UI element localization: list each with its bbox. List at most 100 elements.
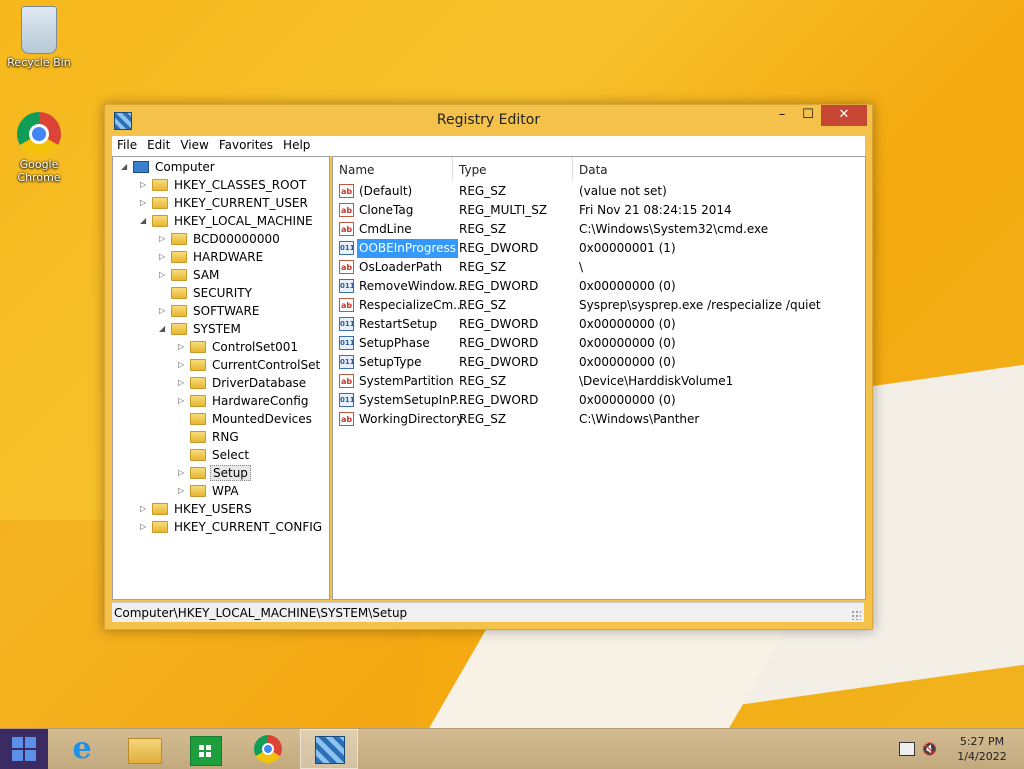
folder-icon [190, 431, 206, 443]
binary-value-icon: 011 [339, 355, 355, 369]
value-row[interactable]: 011 OOBEInProgress REG_DWORD 0x00000001 (1) [333, 239, 865, 258]
menu-help[interactable]: Help [278, 136, 315, 152]
collapse-arrow-icon[interactable]: ◢ [140, 212, 150, 230]
value-row[interactable]: ab RespecializeCm... REG_SZ Sysprep\sysprep… [333, 296, 865, 315]
maximize-button[interactable]: ☐ [795, 105, 821, 126]
tree-item-currentcontrolset[interactable]: ▷ CurrentControlSet [178, 356, 322, 374]
resize-grip-icon[interactable] [851, 610, 861, 620]
value-name: OOBEInProgress [357, 239, 459, 258]
desktop-icon-google-chrome[interactable]: Google Chrome [4, 112, 74, 184]
tree-item-software[interactable]: ▷ SOFTWARE [159, 302, 261, 320]
tree-item-select[interactable]: Select [178, 446, 251, 464]
taskbar-chrome[interactable] [238, 729, 298, 769]
expand-arrow-icon[interactable]: ▷ [140, 518, 150, 536]
binary-value-icon: 011 [339, 336, 355, 350]
value-type: REG_SZ [459, 298, 507, 312]
expand-arrow-icon[interactable]: ▷ [159, 248, 169, 266]
minimize-button[interactable]: – [769, 105, 795, 126]
menu-edit[interactable]: Edit [142, 136, 175, 152]
close-button[interactable]: ✕ [821, 105, 867, 126]
value-data: Sysprep\sysprep.exe /respecialize /quiet [579, 298, 821, 312]
value-row[interactable]: ab WorkingDirectory REG_SZ C:\Windows\Panth… [333, 410, 865, 429]
value-row[interactable]: 011 SystemSetupInP... REG_DWORD 0x00000000 … [333, 391, 865, 410]
values-list[interactable]: Name Type Data ab (Default) REG_SZ (value n… [332, 156, 866, 600]
tree-item-mounteddevices[interactable]: MountedDevices [178, 410, 314, 428]
status-path: Computer\HKEY_LOCAL_MACHINE\SYSTEM\Setup [114, 606, 408, 620]
menu-view[interactable]: View [175, 136, 213, 152]
value-row[interactable]: ab OsLoaderPath REG_SZ \ [333, 258, 865, 277]
file-explorer-icon [128, 738, 162, 764]
taskbar-internet-explorer[interactable]: e [52, 729, 112, 769]
menu-file[interactable]: File [112, 136, 142, 152]
tree-item-hkey-classes-root[interactable]: ▷ HKEY_CLASSES_ROOT [140, 176, 308, 194]
tree-item-system[interactable]: ◢ SYSTEM [159, 320, 243, 338]
tree-item-label: HKEY_LOCAL_MACHINE [174, 214, 313, 228]
expand-arrow-icon[interactable]: ▷ [159, 302, 169, 320]
binary-value-icon: 011 [339, 279, 355, 293]
menu-favorites[interactable]: Favorites [214, 136, 278, 152]
folder-icon [171, 269, 187, 281]
expand-arrow-icon[interactable]: ▷ [178, 464, 188, 482]
column-header-type[interactable]: Type [453, 157, 573, 181]
value-data: 0x00000001 (1) [579, 241, 676, 255]
network-icon[interactable] [899, 742, 915, 756]
value-row[interactable]: ab (Default) REG_SZ (value not set) [333, 182, 865, 201]
tree-item-hkey-current-user[interactable]: ▷ HKEY_CURRENT_USER [140, 194, 310, 212]
expand-arrow-icon[interactable]: ▷ [178, 392, 188, 410]
value-row[interactable]: ab CloneTag REG_MULTI_SZ Fri Nov 21 08:24:1… [333, 201, 865, 220]
value-row[interactable]: 011 RemoveWindow... REG_DWORD 0x00000000 (0… [333, 277, 865, 296]
tree-item-bcd00000000[interactable]: ▷ BCD00000000 [159, 230, 282, 248]
expand-arrow-icon[interactable]: ▷ [140, 194, 150, 212]
tree-item-hardwareconfig[interactable]: ▷ HardwareConfig [178, 392, 310, 410]
expand-arrow-icon[interactable]: ▷ [159, 266, 169, 284]
tree-item-driverdatabase[interactable]: ▷ DriverDatabase [178, 374, 308, 392]
volume-muted-icon[interactable]: 🔇 [922, 741, 938, 757]
chrome-icon [254, 735, 282, 763]
tree-item-controlset001[interactable]: ▷ ControlSet001 [178, 338, 300, 356]
expand-arrow-icon[interactable]: ▷ [178, 356, 188, 374]
value-row[interactable]: 011 SetupType REG_DWORD 0x00000000 (0) [333, 353, 865, 372]
key-tree[interactable]: ◢ Computer ▷ HKEY_CLASSES_ROOT ▷ HKEY_CURRENT… [112, 156, 330, 600]
expand-arrow-icon[interactable]: ▷ [140, 176, 150, 194]
expand-arrow-icon[interactable]: ▷ [178, 338, 188, 356]
expand-arrow-icon[interactable]: ▷ [178, 482, 188, 500]
folder-icon [190, 467, 206, 479]
value-row[interactable]: 011 SetupPhase REG_DWORD 0x00000000 (0) [333, 334, 865, 353]
title-bar[interactable]: Registry Editor – ☐ ✕ [105, 105, 872, 135]
tree-item-sam[interactable]: ▷ SAM [159, 266, 221, 284]
tree-item-label: HKEY_CURRENT_CONFIG [174, 520, 323, 534]
value-row[interactable]: ab CmdLine REG_SZ C:\Windows\System32\cmd.e… [333, 220, 865, 239]
value-row[interactable]: 011 RestartSetup REG_DWORD 0x00000000 (0) [333, 315, 865, 334]
tree-item-computer[interactable]: ◢ Computer [121, 158, 217, 176]
expand-arrow-icon[interactable]: ▷ [159, 230, 169, 248]
start-button[interactable] [0, 729, 48, 769]
tree-item-hkey-local-machine[interactable]: ◢ HKEY_LOCAL_MACHINE [140, 212, 315, 230]
expand-arrow-icon[interactable]: ▷ [178, 374, 188, 392]
registry-editor-icon [315, 736, 345, 764]
tree-item-setup[interactable]: ▷ Setup [178, 464, 251, 482]
desktop-icon-recycle-bin[interactable]: Recycle Bin [4, 6, 74, 69]
tree-item-label: HARDWARE [193, 250, 264, 264]
tree-item-hardware[interactable]: ▷ HARDWARE [159, 248, 265, 266]
taskbar-registry-editor[interactable] [300, 729, 358, 769]
tree-item-hkey-current-config[interactable]: ▷ HKEY_CURRENT_CONFIG [140, 518, 324, 536]
binary-value-icon: 011 [339, 393, 355, 407]
computer-icon [133, 161, 149, 173]
internet-explorer-icon: e [72, 731, 92, 766]
column-header-name[interactable]: Name [333, 157, 453, 181]
tree-item-wpa[interactable]: ▷ WPA [178, 482, 241, 500]
folder-icon [190, 485, 206, 497]
collapse-arrow-icon[interactable]: ◢ [121, 158, 131, 176]
taskbar-store[interactable] [176, 729, 236, 769]
expand-arrow-icon[interactable]: ▷ [140, 500, 150, 518]
value-data: 0x00000000 (0) [579, 336, 676, 350]
value-row[interactable]: ab SystemPartition REG_SZ \Device\HarddiskV… [333, 372, 865, 391]
tree-item-hkey-users[interactable]: ▷ HKEY_USERS [140, 500, 254, 518]
tree-item-security[interactable]: SECURITY [159, 284, 254, 302]
registry-editor-window: Registry Editor – ☐ ✕ File Edit View Favori… [104, 104, 873, 630]
taskbar-file-explorer[interactable] [114, 729, 174, 769]
column-header-data[interactable]: Data [573, 157, 865, 181]
collapse-arrow-icon[interactable]: ◢ [159, 320, 169, 338]
clock[interactable]: 5:27 PM 1/4/2022 [944, 734, 1020, 764]
tree-item-rng[interactable]: RNG [178, 428, 241, 446]
